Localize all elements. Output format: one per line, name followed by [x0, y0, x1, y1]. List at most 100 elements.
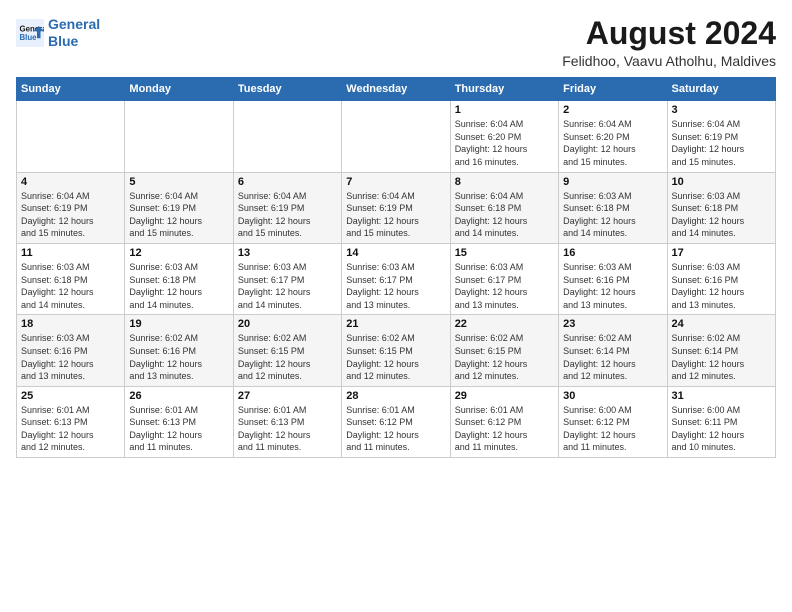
day-detail: Sunrise: 6:02 AM Sunset: 6:14 PM Dayligh… [563, 332, 662, 382]
day-detail: Sunrise: 6:04 AM Sunset: 6:19 PM Dayligh… [238, 190, 337, 240]
day-detail: Sunrise: 6:03 AM Sunset: 6:18 PM Dayligh… [672, 190, 771, 240]
logo-line2: Blue [48, 33, 78, 49]
day-number: 26 [129, 390, 228, 402]
day-number: 21 [346, 318, 445, 330]
weekday-header: Sunday [17, 78, 125, 101]
calendar-day-cell: 9 Sunrise: 6:03 AM Sunset: 6:18 PM Daylig… [559, 172, 667, 243]
calendar-day-cell: 23 Sunrise: 6:02 AM Sunset: 6:14 PM Dayli… [559, 315, 667, 386]
calendar-table: SundayMondayTuesdayWednesdayThursdayFrid… [16, 77, 776, 458]
day-number: 11 [21, 247, 120, 259]
weekday-header: Tuesday [233, 78, 341, 101]
weekday-header: Saturday [667, 78, 775, 101]
day-number: 10 [672, 176, 771, 188]
day-detail: Sunrise: 6:03 AM Sunset: 6:17 PM Dayligh… [455, 261, 554, 311]
day-number: 8 [455, 176, 554, 188]
day-number: 27 [238, 390, 337, 402]
calendar-day-cell [17, 101, 125, 172]
calendar-day-cell: 2 Sunrise: 6:04 AM Sunset: 6:20 PM Daylig… [559, 101, 667, 172]
day-detail: Sunrise: 6:04 AM Sunset: 6:18 PM Dayligh… [455, 190, 554, 240]
day-detail: Sunrise: 6:02 AM Sunset: 6:16 PM Dayligh… [129, 332, 228, 382]
day-number: 1 [455, 104, 554, 116]
day-number: 9 [563, 176, 662, 188]
calendar-day-cell: 7 Sunrise: 6:04 AM Sunset: 6:19 PM Daylig… [342, 172, 450, 243]
day-number: 25 [21, 390, 120, 402]
calendar-day-cell: 21 Sunrise: 6:02 AM Sunset: 6:15 PM Dayli… [342, 315, 450, 386]
calendar-day-cell: 26 Sunrise: 6:01 AM Sunset: 6:13 PM Dayli… [125, 386, 233, 457]
calendar-day-cell: 24 Sunrise: 6:02 AM Sunset: 6:14 PM Dayli… [667, 315, 775, 386]
logo-icon: General Blue [16, 19, 44, 47]
day-number: 24 [672, 318, 771, 330]
calendar-day-cell: 15 Sunrise: 6:03 AM Sunset: 6:17 PM Dayli… [450, 243, 558, 314]
calendar-week-row: 4 Sunrise: 6:04 AM Sunset: 6:19 PM Daylig… [17, 172, 776, 243]
day-number: 17 [672, 247, 771, 259]
logo-line1: General [48, 16, 100, 32]
calendar-day-cell: 11 Sunrise: 6:03 AM Sunset: 6:18 PM Dayli… [17, 243, 125, 314]
calendar-week-row: 18Sunrise: 6:03 AM Sunset: 6:16 PM Dayli… [17, 315, 776, 386]
day-detail: Sunrise: 6:03 AM Sunset: 6:18 PM Dayligh… [129, 261, 228, 311]
day-number: 14 [346, 247, 445, 259]
day-detail: Sunrise: 6:04 AM Sunset: 6:19 PM Dayligh… [672, 118, 771, 168]
day-number: 16 [563, 247, 662, 259]
calendar-week-row: 1 Sunrise: 6:04 AM Sunset: 6:20 PM Daylig… [17, 101, 776, 172]
day-detail: Sunrise: 6:04 AM Sunset: 6:20 PM Dayligh… [563, 118, 662, 168]
day-detail: Sunrise: 6:03 AM Sunset: 6:18 PM Dayligh… [563, 190, 662, 240]
calendar-day-cell: 8 Sunrise: 6:04 AM Sunset: 6:18 PM Daylig… [450, 172, 558, 243]
page-header: General Blue General Blue August 2024 Fe… [16, 16, 776, 69]
day-detail: Sunrise: 6:00 AM Sunset: 6:11 PM Dayligh… [672, 404, 771, 454]
day-detail: Sunrise: 6:02 AM Sunset: 6:15 PM Dayligh… [346, 332, 445, 382]
day-detail: Sunrise: 6:03 AM Sunset: 6:16 PM Dayligh… [563, 261, 662, 311]
day-number: 7 [346, 176, 445, 188]
day-number: 19 [129, 318, 228, 330]
day-number: 29 [455, 390, 554, 402]
weekday-header: Thursday [450, 78, 558, 101]
day-detail: Sunrise: 6:03 AM Sunset: 6:17 PM Dayligh… [238, 261, 337, 311]
day-detail: Sunrise: 6:04 AM Sunset: 6:19 PM Dayligh… [346, 190, 445, 240]
calendar-day-cell [125, 101, 233, 172]
weekday-header: Monday [125, 78, 233, 101]
day-detail: Sunrise: 6:03 AM Sunset: 6:18 PM Dayligh… [21, 261, 120, 311]
day-number: 15 [455, 247, 554, 259]
day-detail: Sunrise: 6:02 AM Sunset: 6:14 PM Dayligh… [672, 332, 771, 382]
calendar-day-cell: 17 Sunrise: 6:03 AM Sunset: 6:16 PM Dayli… [667, 243, 775, 314]
calendar-day-cell: 22Sunrise: 6:02 AM Sunset: 6:15 PM Dayli… [450, 315, 558, 386]
day-detail: Sunrise: 6:04 AM Sunset: 6:19 PM Dayligh… [129, 190, 228, 240]
calendar-day-cell: 5 Sunrise: 6:04 AM Sunset: 6:19 PM Daylig… [125, 172, 233, 243]
weekday-header: Wednesday [342, 78, 450, 101]
day-number: 23 [563, 318, 662, 330]
day-number: 3 [672, 104, 771, 116]
calendar-day-cell: 18Sunrise: 6:03 AM Sunset: 6:16 PM Dayli… [17, 315, 125, 386]
day-number: 20 [238, 318, 337, 330]
day-number: 4 [21, 176, 120, 188]
day-number: 5 [129, 176, 228, 188]
day-number: 18 [21, 318, 120, 330]
calendar-header-row: SundayMondayTuesdayWednesdayThursdayFrid… [17, 78, 776, 101]
day-detail: Sunrise: 6:01 AM Sunset: 6:13 PM Dayligh… [21, 404, 120, 454]
day-number: 13 [238, 247, 337, 259]
calendar-day-cell: 30 Sunrise: 6:00 AM Sunset: 6:12 PM Dayli… [559, 386, 667, 457]
day-number: 12 [129, 247, 228, 259]
weekday-header: Friday [559, 78, 667, 101]
calendar-day-cell: 10 Sunrise: 6:03 AM Sunset: 6:18 PM Dayli… [667, 172, 775, 243]
calendar-day-cell: 12 Sunrise: 6:03 AM Sunset: 6:18 PM Dayli… [125, 243, 233, 314]
calendar-day-cell: 16 Sunrise: 6:03 AM Sunset: 6:16 PM Dayli… [559, 243, 667, 314]
day-detail: Sunrise: 6:01 AM Sunset: 6:12 PM Dayligh… [455, 404, 554, 454]
day-detail: Sunrise: 6:00 AM Sunset: 6:12 PM Dayligh… [563, 404, 662, 454]
calendar-day-cell: 19 Sunrise: 6:02 AM Sunset: 6:16 PM Dayli… [125, 315, 233, 386]
day-detail: Sunrise: 6:01 AM Sunset: 6:13 PM Dayligh… [129, 404, 228, 454]
page-subtitle: Felidhoo, Vaavu Atholhu, Maldives [562, 53, 776, 69]
day-number: 2 [563, 104, 662, 116]
calendar-day-cell: 14 Sunrise: 6:03 AM Sunset: 6:17 PM Dayli… [342, 243, 450, 314]
calendar-day-cell: 13 Sunrise: 6:03 AM Sunset: 6:17 PM Dayli… [233, 243, 341, 314]
day-detail: Sunrise: 6:03 AM Sunset: 6:16 PM Dayligh… [672, 261, 771, 311]
logo-text: General Blue [48, 16, 100, 50]
day-detail: Sunrise: 6:02 AM Sunset: 6:15 PM Dayligh… [455, 332, 554, 382]
calendar-week-row: 25 Sunrise: 6:01 AM Sunset: 6:13 PM Dayli… [17, 386, 776, 457]
calendar-day-cell [342, 101, 450, 172]
day-number: 6 [238, 176, 337, 188]
calendar-day-cell: 6 Sunrise: 6:04 AM Sunset: 6:19 PM Daylig… [233, 172, 341, 243]
title-section: August 2024 Felidhoo, Vaavu Atholhu, Mal… [562, 16, 776, 69]
day-detail: Sunrise: 6:03 AM Sunset: 6:17 PM Dayligh… [346, 261, 445, 311]
calendar-day-cell: 3 Sunrise: 6:04 AM Sunset: 6:19 PM Daylig… [667, 101, 775, 172]
day-number: 30 [563, 390, 662, 402]
day-detail: Sunrise: 6:01 AM Sunset: 6:12 PM Dayligh… [346, 404, 445, 454]
